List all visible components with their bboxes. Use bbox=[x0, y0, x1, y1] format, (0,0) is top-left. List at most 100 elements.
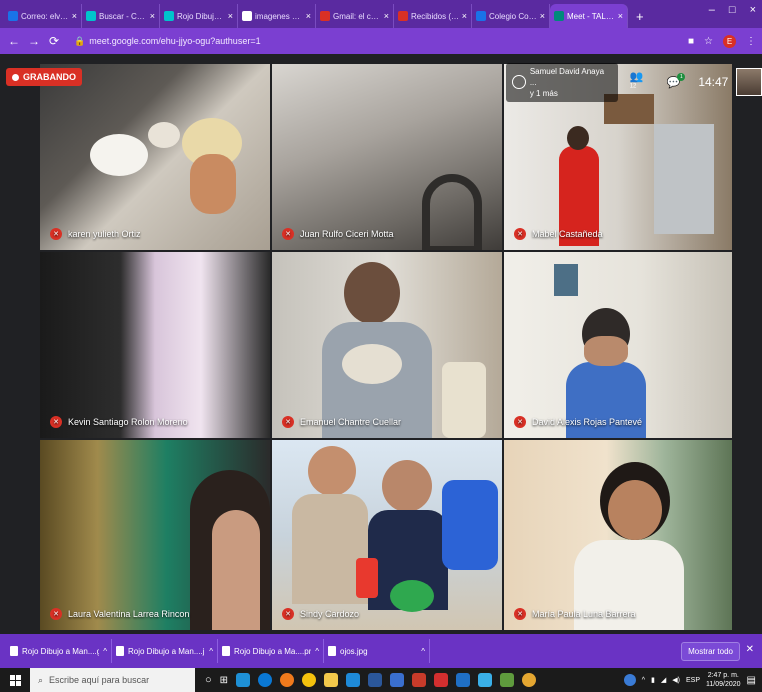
show-all-downloads-button[interactable]: Mostrar todo bbox=[681, 641, 740, 661]
language-indicator[interactable]: ESP bbox=[686, 677, 700, 684]
cortana-icon[interactable]: ○ bbox=[205, 674, 212, 686]
participant-name: Kevin Santiago Rolon Moreno bbox=[68, 417, 188, 427]
notifications-icon[interactable]: ▤ bbox=[747, 675, 756, 686]
video-tile[interactable]: ✕ Sindy Cardozo bbox=[272, 440, 502, 630]
tab-label: Gmail: el correo ele bbox=[333, 11, 382, 21]
chevron-up-icon[interactable]: ^ bbox=[315, 647, 319, 656]
chrome-icon[interactable] bbox=[302, 673, 317, 687]
close-tab-icon[interactable]: × bbox=[228, 11, 233, 21]
clock[interactable]: 2:47 p. m. 11/09/2020 bbox=[706, 671, 741, 689]
video-tile[interactable]: ✕ karen yulieth Ortiz bbox=[40, 64, 270, 250]
chevron-up-icon[interactable]: ^ bbox=[103, 647, 107, 656]
video-feed bbox=[40, 252, 270, 438]
store-icon[interactable] bbox=[346, 673, 361, 687]
tab-favicon-icon bbox=[242, 11, 252, 21]
video-tile[interactable]: ✕ María Paula Luna Barrera bbox=[504, 440, 732, 630]
tab-label: Recibidos (454) - e bbox=[411, 11, 460, 21]
back-icon[interactable]: ← bbox=[6, 34, 22, 48]
profile-avatar[interactable]: E bbox=[723, 34, 736, 48]
video-tile[interactable]: ✕ Kevin Santiago Rolon Moreno bbox=[40, 252, 270, 438]
game-icon[interactable] bbox=[500, 673, 515, 687]
browser-tab-active[interactable]: Meet - TALLER× bbox=[550, 4, 628, 28]
url-field[interactable]: 🔒 meet.google.com/ehu-jjyo-ogu?authuser=… bbox=[74, 36, 261, 47]
mail-icon[interactable] bbox=[368, 673, 383, 687]
mic-off-icon: ✕ bbox=[282, 416, 294, 428]
browser-tab[interactable]: Rojo Dibujo a Mano× bbox=[160, 4, 238, 28]
meeting-clock: 14:47 bbox=[698, 75, 729, 89]
menu-kebab-icon[interactable]: ⋮ bbox=[746, 36, 756, 47]
firefox-icon[interactable] bbox=[280, 673, 295, 687]
bookmark-star-icon[interactable]: ☆ bbox=[704, 36, 713, 47]
chevron-up-icon[interactable]: ^ bbox=[209, 647, 213, 656]
network-icon[interactable]: ◢ bbox=[661, 676, 666, 684]
download-item[interactable]: Rojo Dibujo a Man....gif ^ bbox=[6, 639, 112, 663]
download-filename: Rojo Dibujo a Man....jpg bbox=[128, 646, 206, 656]
browser-tab[interactable]: Recibidos (454) - e× bbox=[394, 4, 472, 28]
close-tab-icon[interactable]: × bbox=[462, 11, 467, 21]
browser-tab[interactable]: Colegio Colombo S× bbox=[472, 4, 550, 28]
lock-icon: 🔒 bbox=[74, 35, 86, 46]
chrome-profile-icon[interactable] bbox=[522, 673, 537, 687]
chat-button[interactable]: 💬 1 bbox=[667, 72, 686, 89]
task-view-icon[interactable]: ⊞ bbox=[220, 675, 228, 686]
video-tile[interactable]: ✕ David Alexis Rojas Pantevé bbox=[504, 252, 732, 438]
edge-icon[interactable] bbox=[236, 673, 251, 687]
file-explorer-icon[interactable] bbox=[324, 673, 339, 687]
photos-icon[interactable] bbox=[478, 673, 493, 687]
reload-icon[interactable]: ⟳ bbox=[46, 34, 62, 48]
taskbar-search[interactable]: ⌕ Escribe aquí para buscar bbox=[30, 668, 195, 692]
download-item[interactable]: Rojo Dibujo a Man....jpg ^ bbox=[112, 639, 218, 663]
maximize-icon[interactable]: □ bbox=[729, 4, 736, 16]
presenter-info[interactable]: Samuel David Anaya ... y 1 más bbox=[506, 62, 618, 102]
video-tile[interactable]: ✕ Emanuel Chantre Cuellar bbox=[272, 252, 502, 438]
volume-icon[interactable]: ◀) bbox=[672, 676, 680, 684]
participant-name: María Paula Luna Barrera bbox=[532, 609, 636, 619]
close-window-icon[interactable]: × bbox=[750, 4, 756, 16]
participant-name: Laura Valentina Larrea Rincon bbox=[68, 609, 190, 619]
close-tab-icon[interactable]: × bbox=[618, 11, 623, 21]
battery-icon[interactable]: ▮ bbox=[651, 676, 655, 684]
tab-favicon-icon bbox=[8, 11, 18, 21]
download-item[interactable]: Rojo Dibujo a Ma....png ^ bbox=[218, 639, 324, 663]
people-icon: 👥 bbox=[629, 70, 644, 83]
participants-button[interactable]: 👥12 bbox=[630, 70, 649, 95]
participant-name: Juan Rulfo Ciceri Motta bbox=[300, 229, 394, 239]
close-tab-icon[interactable]: × bbox=[540, 11, 545, 21]
browser-tab[interactable]: imagenes animadas× bbox=[238, 4, 316, 28]
powerpoint-icon[interactable] bbox=[412, 673, 427, 687]
new-tab-button[interactable]: + bbox=[636, 9, 644, 24]
camera-icon[interactable]: ■ bbox=[688, 36, 694, 47]
search-icon: ⌕ bbox=[38, 674, 44, 685]
url-text: meet.google.com/ehu-jjyo-ogu?authuser=1 bbox=[89, 36, 261, 46]
tab-favicon-icon bbox=[476, 11, 486, 21]
user-tray-icon[interactable] bbox=[623, 674, 636, 686]
start-button[interactable] bbox=[0, 668, 30, 692]
close-tab-icon[interactable]: × bbox=[72, 11, 77, 21]
forward-icon[interactable]: → bbox=[26, 34, 42, 48]
browser-tab[interactable]: Buscar - Canva× bbox=[82, 4, 160, 28]
participant-name: Emanuel Chantre Cuellar bbox=[300, 417, 402, 427]
browser-tab[interactable]: Gmail: el correo ele× bbox=[316, 4, 394, 28]
close-tab-icon[interactable]: × bbox=[384, 11, 389, 21]
download-item[interactable]: ojos.jpg ^ bbox=[324, 639, 430, 663]
close-tab-icon[interactable]: × bbox=[150, 11, 155, 21]
chevron-up-tray-icon[interactable]: ^ bbox=[642, 677, 645, 684]
app-icon[interactable] bbox=[456, 673, 471, 687]
chevron-up-icon[interactable]: ^ bbox=[421, 647, 425, 656]
meet-video-grid: GRABANDO Samuel David Anaya ... y 1 más 👥… bbox=[0, 54, 762, 634]
participant-name: karen yulieth Ortiz bbox=[68, 229, 141, 239]
video-tile[interactable]: ✕ Juan Rulfo Ciceri Motta bbox=[272, 64, 502, 250]
meet-top-bar: Samuel David Anaya ... y 1 más 👥12 💬 1 14:… bbox=[506, 62, 762, 102]
ie-icon[interactable] bbox=[258, 673, 273, 687]
close-tab-icon[interactable]: × bbox=[306, 11, 311, 21]
tab-favicon-icon bbox=[86, 11, 96, 21]
tab-label: Colegio Colombo S bbox=[489, 11, 538, 21]
word-icon[interactable] bbox=[390, 673, 405, 687]
video-tile[interactable]: ✕ Laura Valentina Larrea Rincon bbox=[40, 440, 270, 630]
minimize-icon[interactable]: – bbox=[709, 4, 715, 16]
browser-tab[interactable]: Correo: elvira loren× bbox=[4, 4, 82, 28]
file-icon bbox=[222, 646, 230, 656]
acrobat-icon[interactable] bbox=[434, 673, 449, 687]
close-downloads-icon[interactable]: ✕ bbox=[746, 644, 754, 655]
self-view-thumbnail[interactable] bbox=[736, 68, 762, 96]
